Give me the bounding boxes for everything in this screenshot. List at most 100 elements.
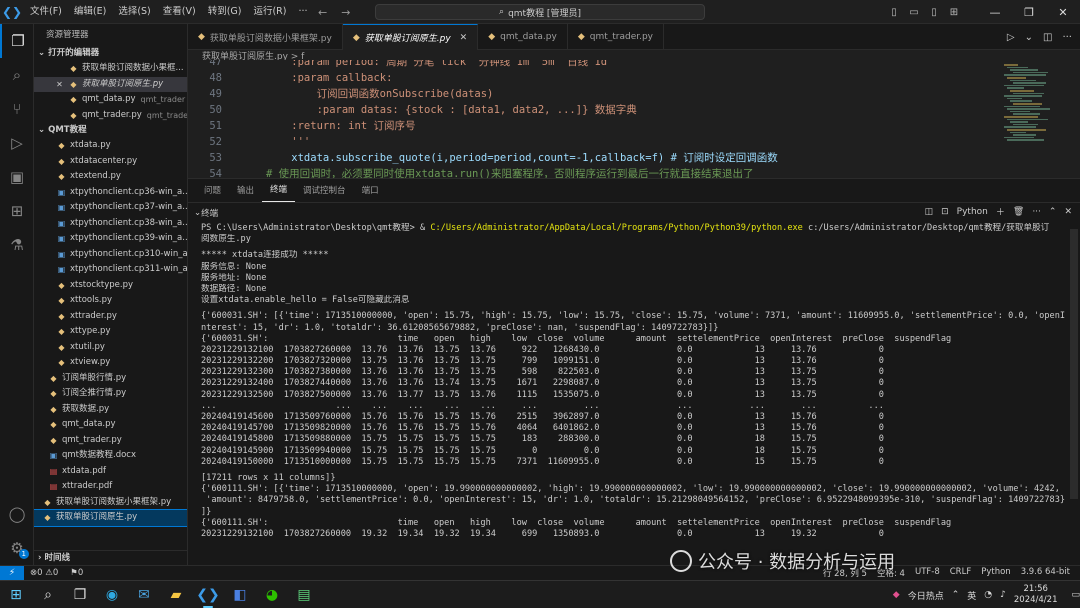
- file-tree-item[interactable]: ▣ qmt数据教程.docx: [34, 448, 187, 464]
- file-tree-item[interactable]: ▣ xtpythonclient.cp39-win_a...: [34, 231, 187, 247]
- file-tree-item[interactable]: ▣ xtpythonclient.cp36-win_a...: [34, 185, 187, 201]
- explorer-icon[interactable]: ❐: [0, 24, 34, 58]
- volume-icon[interactable]: ♪: [1000, 590, 1006, 600]
- menu-item[interactable]: 转到(G): [202, 0, 248, 24]
- file-tree-item[interactable]: ◆ qmt_trader.py: [34, 433, 187, 449]
- close-tab-icon[interactable]: ✕: [460, 33, 468, 43]
- file-tree-item[interactable]: ▣ xtpythonclient.cp310-win_a...: [34, 247, 187, 263]
- minimize-icon[interactable]: —: [978, 6, 1012, 19]
- customize-layout-icon[interactable]: ⊞: [944, 7, 964, 18]
- file-tree-item[interactable]: ◆ 订阅全推行情.py: [34, 386, 187, 402]
- news-icon[interactable]: ◆: [893, 590, 900, 600]
- weather-widget[interactable]: 今日热点: [908, 589, 944, 602]
- language-indicator[interactable]: 英: [967, 589, 976, 602]
- shell-label[interactable]: Python: [957, 207, 988, 217]
- file-tree-item[interactable]: ◆ xtextend.py: [34, 169, 187, 185]
- file-tree-item[interactable]: ▤ xtdata.pdf: [34, 464, 187, 480]
- file-tree-item[interactable]: ◆ xttrader.py: [34, 309, 187, 325]
- source-control-icon[interactable]: ⑂: [0, 92, 34, 126]
- network-icon[interactable]: ◔: [984, 590, 992, 600]
- python-shell-icon[interactable]: ⊡: [941, 207, 949, 217]
- editor-tab[interactable]: ◆ 获取单股订阅数据小果框架.py: [188, 24, 343, 50]
- extensions-icon[interactable]: ⊞: [0, 194, 34, 228]
- panel-tab[interactable]: 端口: [354, 180, 387, 202]
- forward-arrow-icon[interactable]: →: [341, 6, 350, 19]
- menu-item[interactable]: 查看(V): [157, 0, 202, 24]
- restore-icon[interactable]: ❐: [1012, 6, 1046, 19]
- close-window-icon[interactable]: ✕: [1046, 6, 1080, 19]
- settings-gear-icon[interactable]: ⚙ 1: [0, 531, 34, 565]
- file-tree-item[interactable]: ◆ qmt_data.py: [34, 417, 187, 433]
- panel-tab[interactable]: 输出: [229, 180, 262, 202]
- run-debug-icon[interactable]: ▷: [0, 126, 34, 160]
- file-tree-item[interactable]: ◆ xtstocktype.py: [34, 278, 187, 294]
- editor-tab[interactable]: ◆ qmt_trader.py: [568, 24, 665, 50]
- toggle-secondary-sidebar-icon[interactable]: ▯: [924, 7, 944, 18]
- windows-start-icon[interactable]: ⊞: [2, 582, 30, 608]
- trash-icon[interactable]: 🗑: [1013, 207, 1024, 217]
- testing-icon[interactable]: ⚗: [0, 228, 34, 262]
- open-editor-item[interactable]: ✕ ◆ 获取单股订阅原生.py: [34, 76, 187, 93]
- file-tree-item[interactable]: ◆ xtdatacenter.py: [34, 154, 187, 170]
- terminal-output[interactable]: PS C:\Users\Administrator\Desktop\qmt教程>…: [188, 223, 1080, 566]
- remote-explorer-icon[interactable]: ▣: [0, 160, 34, 194]
- toggle-panel-icon[interactable]: ▭: [904, 7, 924, 18]
- file-tree-item[interactable]: ▣ xtpythonclient.cp311-win_a...: [34, 262, 187, 278]
- search-view-icon[interactable]: ⌕: [0, 58, 34, 92]
- add-terminal-icon[interactable]: ＋: [996, 205, 1005, 218]
- code-editor[interactable]: 47 :param period: 周期 分笔"tick" 分钟线"1m" 5m…: [188, 60, 1080, 178]
- open-editor-item[interactable]: ◆ 获取单股订阅数据小果框...: [34, 61, 187, 77]
- file-tree-item[interactable]: ◆ 获取单股订阅原生.py: [34, 509, 187, 527]
- file-tree-item[interactable]: ◆ xtdata.py: [34, 138, 187, 154]
- search-icon[interactable]: ⌕: [34, 582, 62, 608]
- run-icon[interactable]: ▷: [1007, 32, 1015, 43]
- status-item[interactable]: UTF-8: [915, 567, 940, 579]
- command-center-search[interactable]: ⌕ qmt教程 [管理员]: [375, 4, 705, 20]
- menu-item[interactable]: 选择(S): [112, 0, 156, 24]
- file-explorer-icon[interactable]: ▰: [162, 582, 190, 608]
- file-tree-item[interactable]: ◆ 获取单股订阅数据小果框架.py: [34, 495, 187, 511]
- notifications-icon[interactable]: ▭: [1071, 590, 1080, 600]
- panel-tab[interactable]: 终端: [262, 179, 296, 202]
- back-arrow-icon[interactable]: ←: [318, 6, 327, 19]
- file-tree-item[interactable]: ▤ xttrader.pdf: [34, 479, 187, 495]
- menu-item[interactable]: 运行(R): [247, 0, 292, 24]
- vscode-taskbar-icon[interactable]: ❮❯: [194, 582, 222, 608]
- folder-header[interactable]: ⌄ QMT教程: [34, 123, 187, 138]
- edge-browser-icon[interactable]: ◉: [98, 582, 126, 608]
- clock[interactable]: 21:56 2024/4/21: [1014, 584, 1058, 606]
- split-editor-icon[interactable]: ◫: [1043, 32, 1052, 43]
- file-tree-item[interactable]: ◆ xtview.py: [34, 355, 187, 371]
- file-tree-item[interactable]: ◆ xttype.py: [34, 324, 187, 340]
- maximize-panel-icon[interactable]: ⌃: [1049, 207, 1057, 217]
- panel-tab[interactable]: 问题: [196, 180, 229, 202]
- ports-count[interactable]: ⚑0: [64, 568, 89, 578]
- close-panel-icon[interactable]: ✕: [1064, 207, 1072, 217]
- chevron-down-icon[interactable]: ⌄: [1025, 32, 1033, 43]
- file-tree-item[interactable]: ◆ xtutil.py: [34, 340, 187, 356]
- terminal-app-icon[interactable]: ▤: [290, 582, 318, 608]
- more-icon[interactable]: ···: [1032, 207, 1041, 217]
- status-item[interactable]: Python: [981, 567, 1010, 579]
- timeline-header[interactable]: › 时间线: [34, 550, 187, 565]
- task-view-icon[interactable]: ❐: [66, 582, 94, 608]
- mail-icon[interactable]: ✉: [130, 582, 158, 608]
- split-terminal-icon[interactable]: ◫: [925, 207, 934, 217]
- file-tree-item[interactable]: ▣ xtpythonclient.cp38-win_a...: [34, 216, 187, 232]
- close-icon[interactable]: ✕: [54, 77, 65, 93]
- minimap[interactable]: [1002, 60, 1064, 178]
- file-tree-item[interactable]: ◆ 获取数据.py: [34, 402, 187, 418]
- status-item[interactable]: CRLF: [950, 567, 971, 579]
- menu-item[interactable]: ···: [292, 0, 313, 24]
- open-editor-item[interactable]: ◆ qmt_data.py qmt_trader: [34, 92, 187, 108]
- chevron-up-icon[interactable]: ⌃: [952, 590, 960, 600]
- problems-count[interactable]: ⊗0 ⚠0: [24, 568, 64, 578]
- remote-indicator[interactable]: ⚡: [0, 565, 24, 581]
- editor-tab[interactable]: ◆ qmt_data.py: [478, 24, 568, 50]
- status-item[interactable]: 3.9.6 64-bit: [1021, 567, 1070, 579]
- wechat-icon[interactable]: ◕: [258, 582, 286, 608]
- file-tree-item[interactable]: ◆ xttools.py: [34, 293, 187, 309]
- panel-tab[interactable]: 调试控制台: [295, 180, 354, 202]
- file-tree-item[interactable]: ◆ 订阅单股行情.py: [34, 371, 187, 387]
- file-tree-item[interactable]: ▣ xtpythonclient.cp37-win_a...: [34, 200, 187, 216]
